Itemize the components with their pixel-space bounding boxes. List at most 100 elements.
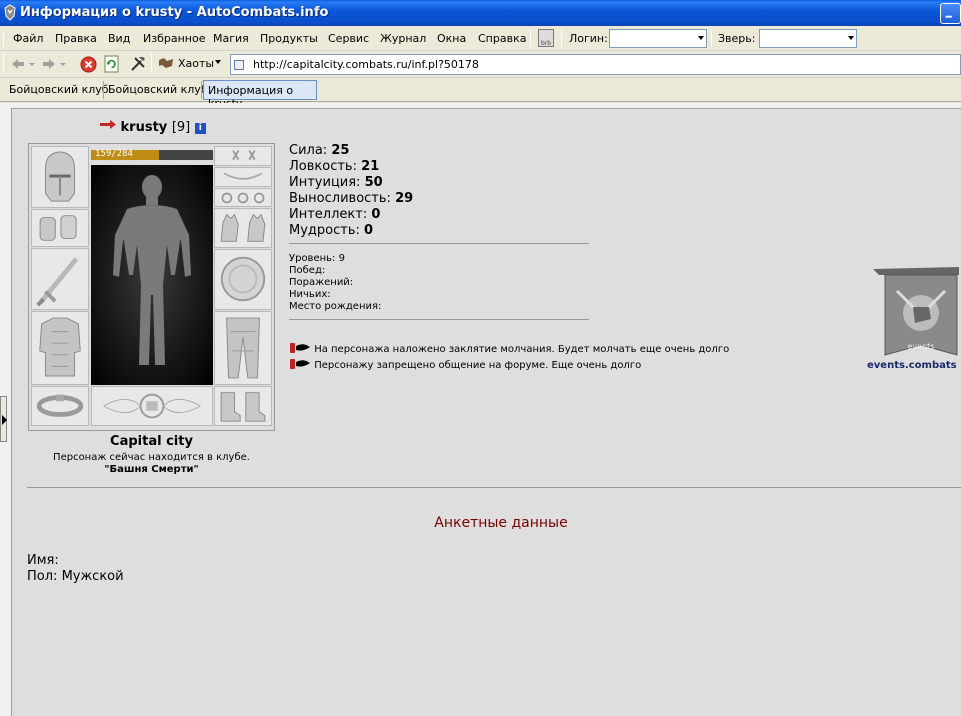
stat-value: 0: [371, 207, 381, 222]
rings-icon: [221, 192, 265, 204]
stat-intellect: Интеллект: 0: [289, 207, 413, 223]
character-level: [9]: [171, 120, 191, 135]
private-message-arrow-icon[interactable]: [100, 120, 116, 129]
info-draws: Ничьих:: [289, 289, 331, 300]
tab-fight-club-2[interactable]: Бойцовский клуб: [104, 80, 212, 100]
info-level: Уровень: 9: [289, 253, 345, 264]
menu-help[interactable]: Справка: [478, 32, 526, 45]
address-url[interactable]: http://capitalcity.combats.ru/inf.pl?501…: [253, 58, 479, 71]
stat-label: Мудрость:: [289, 223, 360, 238]
refresh-icon[interactable]: [104, 55, 119, 73]
menu-journal[interactable]: Журнал: [380, 32, 426, 45]
brb-icon[interactable]: brb: [538, 29, 554, 47]
tab-separator: [201, 81, 202, 99]
shield-slot[interactable]: [214, 249, 272, 310]
menu-windows[interactable]: Окна: [437, 32, 466, 45]
menu-edit[interactable]: Правка: [55, 32, 97, 45]
stat-value: 29: [395, 191, 414, 206]
back-dropdown-icon[interactable]: [28, 57, 36, 71]
bracers-slot[interactable]: [31, 209, 89, 247]
stat-wisdom: Мудрость: 0: [289, 223, 413, 239]
tools-icon[interactable]: [129, 55, 147, 73]
stat-value: 0: [364, 223, 374, 238]
toolbar-separator: [151, 54, 152, 72]
city-name: Capital city: [110, 434, 193, 449]
menu-bar: Файл Правка Вид Избранное Магия Продукты…: [0, 26, 961, 51]
profile-gender-value: Мужской: [61, 569, 124, 584]
chevron-down-icon: [848, 36, 854, 40]
profile-name-label: Имя:: [27, 553, 59, 568]
events-banner-icon[interactable]: events: [871, 265, 961, 373]
club-emblem-icon: [103, 393, 201, 419]
stat-intuition: Интуиция: 50: [289, 175, 413, 191]
stat-label: Сила:: [289, 143, 328, 158]
menu-service[interactable]: Сервис: [328, 32, 369, 45]
events-banner-text: events: [908, 342, 935, 351]
profile-data: Имя: Пол: Мужской: [27, 553, 124, 585]
earrings-slot[interactable]: [214, 146, 272, 166]
info-birthplace: Место рождения:: [289, 301, 382, 312]
chaos-icon: [159, 58, 173, 68]
forum-ban-icon: [290, 359, 310, 369]
armor-slot[interactable]: [31, 311, 89, 385]
menu-magic[interactable]: Магия: [213, 32, 249, 45]
leggings-slot[interactable]: [214, 311, 272, 385]
stat-label: Интуиция:: [289, 175, 361, 190]
character-name: krusty: [120, 120, 168, 135]
page-icon: [234, 60, 244, 70]
notice-text: На персонажа наложено заклятие молчания.…: [314, 344, 730, 355]
toolbar-grip: [3, 54, 4, 72]
amulet-slot[interactable]: [214, 167, 272, 187]
boots-slot[interactable]: [214, 386, 272, 426]
sidebar-toggle[interactable]: [0, 396, 7, 442]
amulet-icon: [223, 172, 263, 180]
weapon-slot[interactable]: [31, 248, 89, 310]
info-icon[interactable]: i: [194, 123, 206, 134]
menu-products[interactable]: Продукты: [260, 32, 318, 45]
helmet-icon: [45, 151, 75, 202]
stat-label: Выносливость:: [289, 191, 391, 206]
chaos-dropdown-icon[interactable]: [214, 58, 222, 66]
section-divider: [27, 487, 961, 488]
forward-arrow-icon[interactable]: [41, 57, 57, 71]
forward-dropdown-icon[interactable]: [59, 57, 67, 71]
stat-endurance: Выносливость: 29: [289, 191, 413, 207]
gloves-slot[interactable]: [214, 208, 272, 248]
helmet-slot[interactable]: [31, 146, 89, 208]
stat-strength: Сила: 25: [289, 143, 413, 159]
stop-icon[interactable]: [80, 56, 97, 73]
stat-value: 50: [364, 175, 383, 190]
equipment-panel: 159/284: [28, 143, 275, 431]
character-info: Уровень: 9 Побед: Поражений: Ничьих: Мес…: [289, 253, 381, 313]
info-wins: Побед:: [289, 265, 326, 276]
character-silhouette: [113, 175, 191, 365]
back-arrow-icon[interactable]: [10, 57, 26, 71]
menu-favorites[interactable]: Избранное: [143, 32, 205, 45]
belt-slot[interactable]: [31, 386, 89, 426]
silence-icon: [290, 343, 310, 353]
chaos-menu[interactable]: Хаоты: [178, 57, 214, 70]
rings-slot[interactable]: [214, 188, 272, 207]
menu-view[interactable]: Вид: [108, 32, 130, 45]
character-header: krusty [9] i: [100, 120, 206, 135]
pet-select[interactable]: [759, 29, 857, 48]
menu-file[interactable]: Файл: [13, 32, 43, 45]
sword-icon: [36, 257, 79, 307]
shield-icon: [220, 256, 266, 302]
avatar[interactable]: [91, 165, 213, 385]
minimize-button[interactable]: [940, 3, 961, 24]
boots-icon: [220, 392, 266, 422]
belt-icon: [36, 394, 84, 417]
divider: [289, 319, 589, 320]
menu-separator: [530, 29, 531, 47]
tab-character-info[interactable]: Информация о krusty: [203, 80, 317, 110]
stat-agility: Ловкость: 21: [289, 159, 413, 175]
events-link[interactable]: events.combats: [867, 360, 957, 371]
hp-bar: 159/284: [91, 149, 213, 160]
login-select[interactable]: [609, 29, 707, 48]
location-place: "Башня Смерти": [104, 464, 199, 475]
profile-gender: Пол: Мужской: [27, 569, 124, 585]
tab-fight-club-1[interactable]: Бойцовский клуб: [5, 80, 113, 100]
stat-value: 25: [331, 143, 350, 158]
address-bar[interactable]: http://capitalcity.combats.ru/inf.pl?501…: [230, 54, 961, 75]
